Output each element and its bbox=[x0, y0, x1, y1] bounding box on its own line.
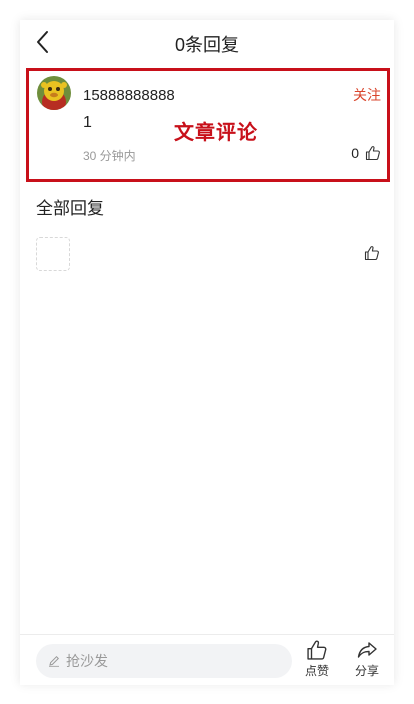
all-replies-title: 全部回复 bbox=[36, 199, 104, 218]
phone-screen: 0条回复 15888888888 关注 1 文章评论 30 分钟内 0 全部回复… bbox=[20, 20, 394, 685]
top-header: 0条回复 bbox=[20, 20, 394, 66]
comment-time: 30 分钟内 bbox=[83, 149, 136, 163]
share-icon bbox=[357, 642, 377, 658]
share-action-label: 分享 bbox=[354, 664, 379, 678]
reply-input[interactable]: 抢沙发 bbox=[36, 644, 292, 678]
reply-input-placeholder: 抢沙发 bbox=[66, 653, 108, 669]
avatar-image bbox=[37, 76, 71, 110]
reply-like-button[interactable] bbox=[364, 245, 380, 261]
thumbs-up-icon bbox=[364, 246, 379, 261]
avatar[interactable] bbox=[37, 76, 71, 110]
page-title: 0条回复 bbox=[174, 35, 239, 55]
annotation-label: 文章评论 bbox=[174, 122, 258, 144]
like-count: 0 bbox=[351, 145, 359, 161]
follow-button[interactable]: 关注 bbox=[353, 85, 381, 105]
username[interactable]: 15888888888 bbox=[83, 87, 175, 104]
article-comment-card: 15888888888 关注 1 文章评论 30 分钟内 0 bbox=[26, 68, 390, 182]
comment-text: 1 bbox=[83, 114, 92, 131]
comment-like-button[interactable]: 0 bbox=[351, 143, 381, 163]
thumbs-up-icon bbox=[307, 640, 327, 660]
reply-avatar-placeholder bbox=[36, 237, 70, 271]
like-action-label: 点赞 bbox=[304, 664, 329, 678]
like-action-button[interactable]: 点赞 bbox=[297, 639, 337, 679]
share-action-button[interactable]: 分享 bbox=[347, 639, 387, 679]
thumbs-up-icon bbox=[365, 146, 380, 161]
pencil-icon bbox=[49, 655, 60, 667]
bottom-action-bar: 抢沙发 点赞 分享 bbox=[20, 634, 394, 685]
